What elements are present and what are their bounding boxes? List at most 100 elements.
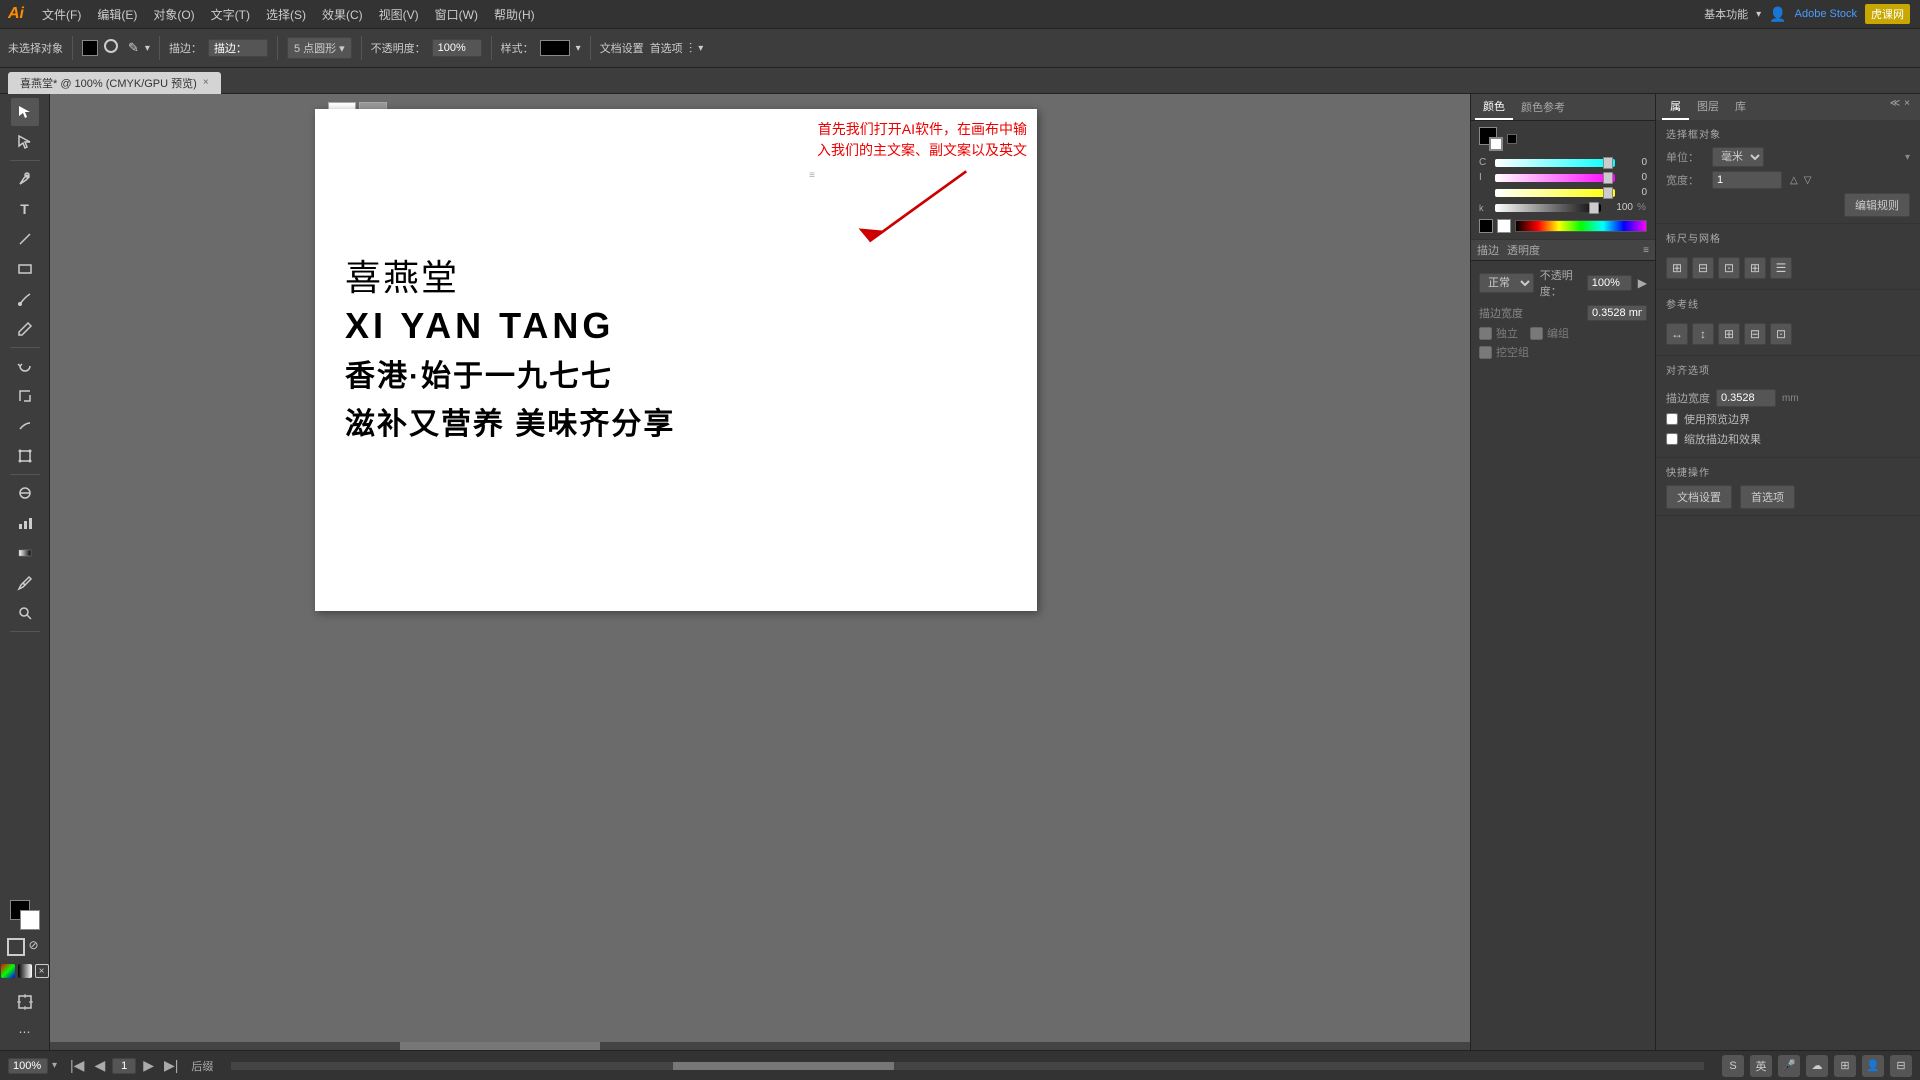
fill-swatch[interactable] xyxy=(82,40,98,56)
stepper-up[interactable]: △ xyxy=(1790,175,1798,186)
next-page-btn[interactable]: ▶ xyxy=(140,1057,157,1074)
stroke-type-select[interactable]: 5 点圆形 ▾ xyxy=(287,37,352,59)
free-transform-tool[interactable] xyxy=(11,442,39,470)
scale-tool[interactable] xyxy=(11,382,39,410)
menu-select[interactable]: 选择(S) xyxy=(260,4,312,25)
color-tab[interactable]: 颜色 xyxy=(1475,94,1513,120)
panel-close-icon[interactable]: × xyxy=(1904,98,1910,116)
artboard-tool[interactable] xyxy=(11,988,39,1016)
bottom-icon-layout[interactable]: ⊟ xyxy=(1890,1055,1912,1077)
k-thumb[interactable] xyxy=(1589,202,1599,214)
bottom-icon-grid[interactable]: ⊞ xyxy=(1834,1055,1856,1077)
doc-settings-quick-btn[interactable]: 文档设置 xyxy=(1666,485,1732,509)
rotate-tool[interactable] xyxy=(11,352,39,380)
stroke-preview[interactable] xyxy=(1489,137,1503,151)
color-spectrum[interactable] xyxy=(1515,220,1647,232)
zoom-dropdown[interactable]: ▾ xyxy=(52,1060,57,1071)
page-input[interactable] xyxy=(112,1058,136,1074)
warp-tool[interactable] xyxy=(11,412,39,440)
unit-select[interactable]: 毫米 xyxy=(1712,147,1764,167)
opacity-more[interactable]: ▶ xyxy=(1638,276,1647,290)
h-scrollbar[interactable] xyxy=(50,1042,1470,1050)
menu-view[interactable]: 视图(V) xyxy=(373,4,425,25)
last-page-btn[interactable]: ▶| xyxy=(161,1057,181,1074)
rectangle-tool[interactable] xyxy=(11,255,39,283)
blend-mode-select[interactable]: 正常 xyxy=(1479,273,1534,293)
c-track[interactable] xyxy=(1495,159,1615,167)
first-page-btn[interactable]: |◀ xyxy=(67,1057,87,1074)
background-swatch[interactable] xyxy=(20,910,40,930)
k-track[interactable] xyxy=(1495,204,1601,212)
stroke-toggle[interactable] xyxy=(7,938,25,956)
selection-tool[interactable] xyxy=(11,98,39,126)
more-tools[interactable]: ⋯ xyxy=(11,1018,39,1046)
tab-close-btn[interactable]: × xyxy=(203,77,209,88)
opacity-input-trans[interactable] xyxy=(1587,275,1632,291)
guide-btn-1[interactable]: ↔ xyxy=(1666,323,1688,345)
shape-builder-tool[interactable] xyxy=(11,479,39,507)
menu-window[interactable]: 窗口(W) xyxy=(429,4,484,25)
doc-settings-btn[interactable]: 文档设置 xyxy=(600,40,644,56)
c-thumb[interactable] xyxy=(1603,157,1613,169)
ruler-btn-5[interactable]: ☰ xyxy=(1770,257,1792,279)
line-tool[interactable] xyxy=(11,225,39,253)
panel-options-icon[interactable]: ≡ xyxy=(1643,245,1649,256)
ruler-btn-2[interactable]: ⊟ xyxy=(1692,257,1714,279)
edit-icon[interactable]: ✎ xyxy=(128,40,139,56)
style-dropdown-icon[interactable]: ▾ xyxy=(576,43,581,54)
bottom-icon-s[interactable]: S xyxy=(1722,1055,1744,1077)
scale-effects-checkbox[interactable] xyxy=(1666,433,1678,445)
preferences-quick-btn[interactable]: 首选项 xyxy=(1740,485,1795,509)
group-checkbox[interactable] xyxy=(1530,327,1543,340)
preview-bounds-checkbox[interactable] xyxy=(1666,413,1678,425)
gradient-tool[interactable] xyxy=(11,539,39,567)
h-scroll-track[interactable] xyxy=(231,1062,1704,1070)
panel-close-btn[interactable]: ≡ xyxy=(809,170,815,181)
bottom-icon-person[interactable]: 👤 xyxy=(1862,1055,1884,1077)
zoom-input[interactable] xyxy=(8,1058,48,1074)
ruler-btn-3[interactable]: ⊡ xyxy=(1718,257,1740,279)
menu-edit[interactable]: 编辑(E) xyxy=(91,4,143,25)
stroke-width-input[interactable] xyxy=(1716,389,1776,407)
transparency-tab[interactable]: 透明度 xyxy=(1507,242,1540,258)
guide-btn-2[interactable]: ↕ xyxy=(1692,323,1714,345)
stroke-icon[interactable] xyxy=(104,39,118,53)
y-thumb[interactable] xyxy=(1603,187,1613,199)
h-scrollbar-thumb[interactable] xyxy=(400,1042,600,1050)
y-track[interactable] xyxy=(1495,189,1615,197)
bottom-icon-mic[interactable]: 🎤 xyxy=(1778,1055,1800,1077)
paintbrush-tool[interactable] xyxy=(11,285,39,313)
guide-btn-3[interactable]: ⊞ xyxy=(1718,323,1740,345)
m-thumb[interactable] xyxy=(1603,172,1613,184)
none-toggle[interactable]: ⊘ xyxy=(29,938,43,952)
edit-rules-btn[interactable]: 编辑规则 xyxy=(1844,193,1910,217)
knockout-checkbox[interactable] xyxy=(1479,346,1492,359)
arrange-btn[interactable]: ⫶ xyxy=(689,40,693,57)
ruler-btn-1[interactable]: ⊞ xyxy=(1666,257,1688,279)
preferences-btn[interactable]: 首选项 xyxy=(650,40,683,56)
arrange-dropdown[interactable]: ▾ xyxy=(698,43,703,54)
menu-type[interactable]: 文字(T) xyxy=(205,4,256,25)
layers-tab[interactable]: 图层 xyxy=(1689,94,1727,120)
color-ref-tab[interactable]: 颜色参考 xyxy=(1513,95,1573,119)
panel-expand-icon[interactable]: ≪ xyxy=(1890,98,1900,116)
pencil-tool[interactable] xyxy=(11,315,39,343)
bottom-icon-en[interactable]: 英 xyxy=(1750,1055,1772,1077)
blur-value[interactable] xyxy=(1587,305,1647,321)
color-mode-gradient[interactable] xyxy=(18,964,32,978)
libraries-tab[interactable]: 库 xyxy=(1727,94,1754,120)
isolate-checkbox[interactable] xyxy=(1479,327,1492,340)
menu-help[interactable]: 帮助(H) xyxy=(488,4,541,25)
pen-tool[interactable] xyxy=(11,165,39,193)
stroke-tab[interactable]: 描边 xyxy=(1477,242,1499,258)
panel-controls[interactable]: ≪ × xyxy=(1886,94,1914,120)
unit-dropdown[interactable]: ▾ xyxy=(1905,152,1910,163)
dropdown-icon[interactable]: ▾ xyxy=(1756,9,1761,20)
eyedropper-tool[interactable] xyxy=(11,569,39,597)
direct-selection-tool[interactable] xyxy=(11,128,39,156)
zoom-tool[interactable] xyxy=(11,599,39,627)
guide-btn-4[interactable]: ⊟ xyxy=(1744,323,1766,345)
chart-tool[interactable] xyxy=(11,509,39,537)
m-track[interactable] xyxy=(1495,174,1615,182)
stepper-down[interactable]: ▽ xyxy=(1804,175,1812,186)
